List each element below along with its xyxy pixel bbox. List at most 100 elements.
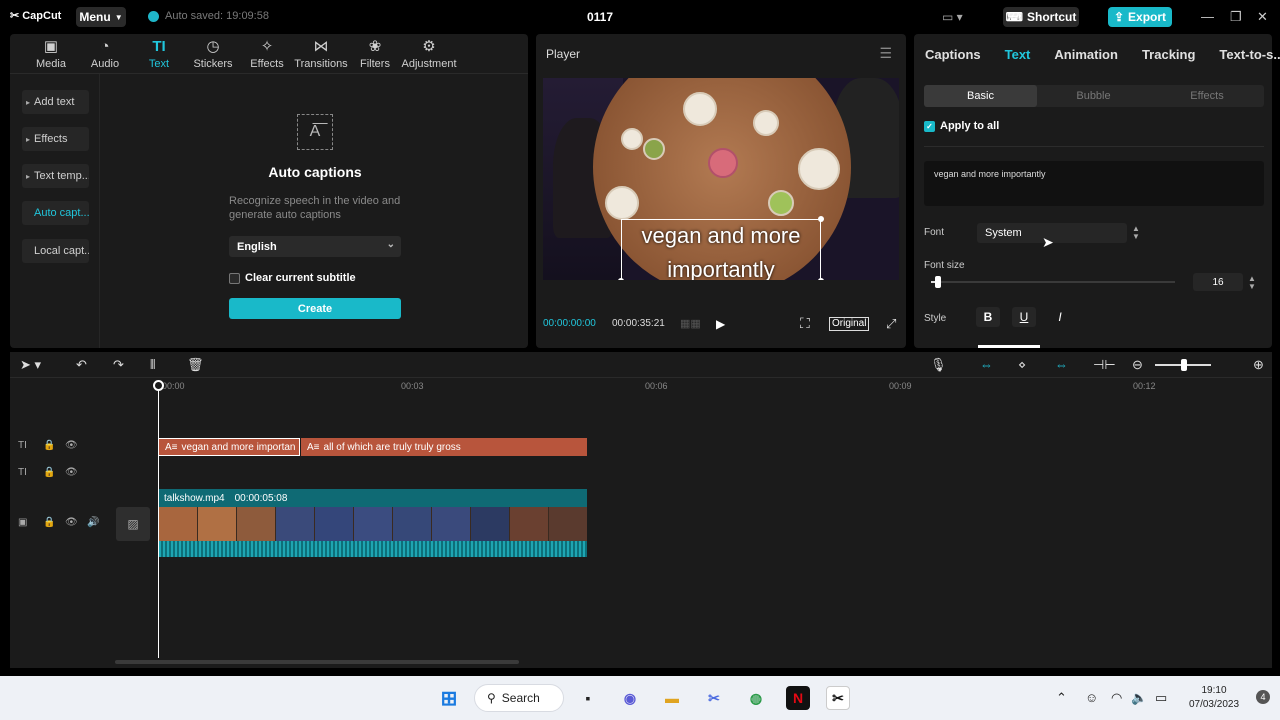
link-main-track-icon[interactable]: ⇔	[980, 357, 993, 372]
tab-tracking[interactable]: Tracking	[1142, 47, 1195, 62]
font-stepper-icon[interactable]: ▲ ▼	[1132, 225, 1140, 241]
eye-icon[interactable]: 👁	[65, 517, 78, 528]
playhead-handle[interactable]	[153, 380, 164, 391]
tool-stickers[interactable]: ◷ Stickers	[186, 34, 240, 74]
netflix-icon[interactable]: N	[786, 686, 810, 710]
video-track-icon: ▣	[18, 517, 28, 528]
font-size-knob[interactable]	[935, 276, 942, 288]
shortcut-button[interactable]: ⌨ Shortcut	[1003, 7, 1079, 27]
file-explorer-icon[interactable]: ▬	[660, 686, 684, 710]
font-size-input[interactable]: 16	[1193, 273, 1243, 291]
windows-start-icon[interactable]: ⊞	[437, 686, 461, 710]
text-track-icon: TI	[18, 440, 27, 451]
timeline-scrollbar[interactable]	[115, 660, 519, 664]
tab-text-to-speech[interactable]: Text-to-s...	[1219, 47, 1280, 62]
tool-effects[interactable]: ✧ Effects	[240, 34, 294, 74]
tool-filters[interactable]: ❀ Filters	[348, 34, 402, 74]
hamburger-menu-icon[interactable]: ☰	[879, 45, 892, 62]
underline-button[interactable]: U	[1012, 307, 1036, 327]
tool-audio[interactable]: ◔ Audio	[78, 34, 132, 74]
tool-adjustment[interactable]: ⚙ Adjustment	[401, 34, 456, 74]
font-label: Font	[924, 227, 945, 238]
delete-icon[interactable]: 🗑	[187, 357, 204, 373]
speaker-icon[interactable]: 🔊	[87, 517, 99, 528]
playhead-line[interactable]	[158, 382, 159, 658]
taskbar-search[interactable]: ⚲ Search	[474, 684, 564, 712]
volume-icon[interactable]: 🔈	[1131, 690, 1147, 706]
cover-button[interactable]: ▨	[116, 507, 150, 541]
eye-icon[interactable]: 👁	[65, 440, 78, 451]
sidebar-item-text-templates[interactable]: ▸ Text temp...	[22, 164, 89, 188]
size-stepper-icon[interactable]: ▲ ▼	[1248, 275, 1256, 291]
sidebar-item-effects[interactable]: ▸ Effects	[22, 127, 89, 151]
tool-transitions[interactable]: ⋈ Transitions	[294, 34, 348, 74]
chevron-up-icon[interactable]: ⌃	[1056, 690, 1067, 706]
tab-text[interactable]: Text	[1005, 47, 1031, 62]
microphone-icon[interactable]: 🎙	[930, 357, 947, 373]
undo-icon[interactable]: ↶	[76, 357, 87, 373]
export-button[interactable]: ⇪ Export	[1108, 7, 1172, 27]
video-preview[interactable]: vegan and more importantly	[543, 78, 899, 280]
sidebar-item-auto-captions[interactable]: Auto capt...	[22, 201, 89, 225]
tool-label: Stickers	[193, 57, 233, 70]
zoom-knob[interactable]	[1181, 359, 1187, 371]
notification-badge[interactable]: 4	[1256, 690, 1270, 704]
apply-to-all-checkbox[interactable]: ✓ Apply to all	[924, 120, 999, 132]
ratio-original-button[interactable]: Original	[829, 317, 870, 331]
video-clip[interactable]: talkshow.mp4 00:00:05:08	[159, 489, 587, 557]
smile-icon[interactable]: ☺	[1085, 690, 1098, 705]
link-icon[interactable]: ⇔	[1055, 357, 1068, 372]
close-icon[interactable]: ✕	[1257, 9, 1268, 25]
italic-button[interactable]: I	[1048, 307, 1072, 327]
language-select[interactable]: English ⌄	[229, 236, 401, 257]
text-clip[interactable]: A≡ all of which are truly truly gross	[301, 438, 587, 456]
preview-axis-icon[interactable]: ⊣⊢	[1093, 357, 1116, 373]
split-icon[interactable]: ⫴	[150, 357, 155, 373]
subtab-basic[interactable]: Basic	[924, 85, 1037, 107]
sidebar-item-local-captions[interactable]: Local capt...	[22, 239, 89, 263]
sidebar-item-label: Text temp...	[34, 170, 89, 182]
tool-media[interactable]: ▣ Media	[24, 34, 78, 74]
select-pointer-icon[interactable]: ➤ ▾	[20, 357, 41, 373]
subtab-bubble[interactable]: Bubble	[1037, 85, 1150, 107]
grid-icon[interactable]: ▦▦	[680, 317, 701, 330]
font-size-slider[interactable]	[931, 281, 1175, 283]
zoom-in-icon[interactable]: ⊕	[1253, 357, 1264, 373]
zoom-out-icon[interactable]: ⊖	[1132, 357, 1143, 373]
transitions-icon: ⋈	[313, 37, 329, 55]
tab-animation[interactable]: Animation	[1054, 47, 1118, 62]
lock-icon[interactable]: 🔒	[43, 440, 55, 451]
crop-icon[interactable]: ⛶	[800, 315, 810, 332]
tab-captions[interactable]: Captions	[925, 47, 981, 62]
restore-icon[interactable]: ❐	[1230, 9, 1242, 25]
lock-icon[interactable]: 🔒	[43, 467, 55, 478]
fullscreen-icon[interactable]: ⤢	[886, 316, 896, 332]
task-view-icon[interactable]: ▪	[576, 686, 600, 710]
teams-chat-icon[interactable]: ◉	[618, 686, 642, 710]
lock-icon[interactable]: 🔒	[43, 517, 55, 528]
video-plate	[768, 190, 794, 216]
caption-text-input[interactable]: vegan and more importantly	[924, 161, 1264, 206]
taskbar-clock[interactable]: 19:10 07/03/2023	[1184, 684, 1244, 712]
bold-button[interactable]: B	[976, 307, 1000, 327]
sidebar-item-add-text[interactable]: ▸ Add text	[22, 90, 89, 114]
create-button[interactable]: Create	[229, 298, 401, 319]
ruler-label: 00:00	[162, 381, 185, 391]
subtab-effects[interactable]: Effects	[1150, 85, 1264, 107]
capcut-taskbar-icon[interactable]: ✂	[826, 686, 850, 710]
snipping-tool-icon[interactable]: ✂	[702, 686, 726, 710]
thumbnail	[159, 507, 198, 541]
clear-subtitle-checkbox[interactable]: Clear current subtitle	[229, 272, 356, 284]
layout-icon[interactable]: ▭ ▾	[942, 10, 963, 24]
minimize-icon[interactable]: —	[1201, 9, 1214, 24]
menu-button[interactable]: Menu ▼	[76, 7, 126, 27]
redo-icon[interactable]: ↷	[113, 357, 124, 373]
chrome-icon[interactable]: ◍	[744, 686, 768, 710]
battery-icon[interactable]: ▭	[1155, 690, 1167, 706]
play-icon[interactable]: ▶	[716, 317, 725, 331]
wifi-icon[interactable]: ◠	[1111, 690, 1122, 706]
tool-text[interactable]: TI Text	[132, 34, 186, 74]
text-clip[interactable]: A≡ vegan and more importan	[158, 438, 300, 456]
eye-icon[interactable]: 👁	[65, 467, 78, 478]
magnet-icon[interactable]: ⋄	[1018, 357, 1026, 373]
